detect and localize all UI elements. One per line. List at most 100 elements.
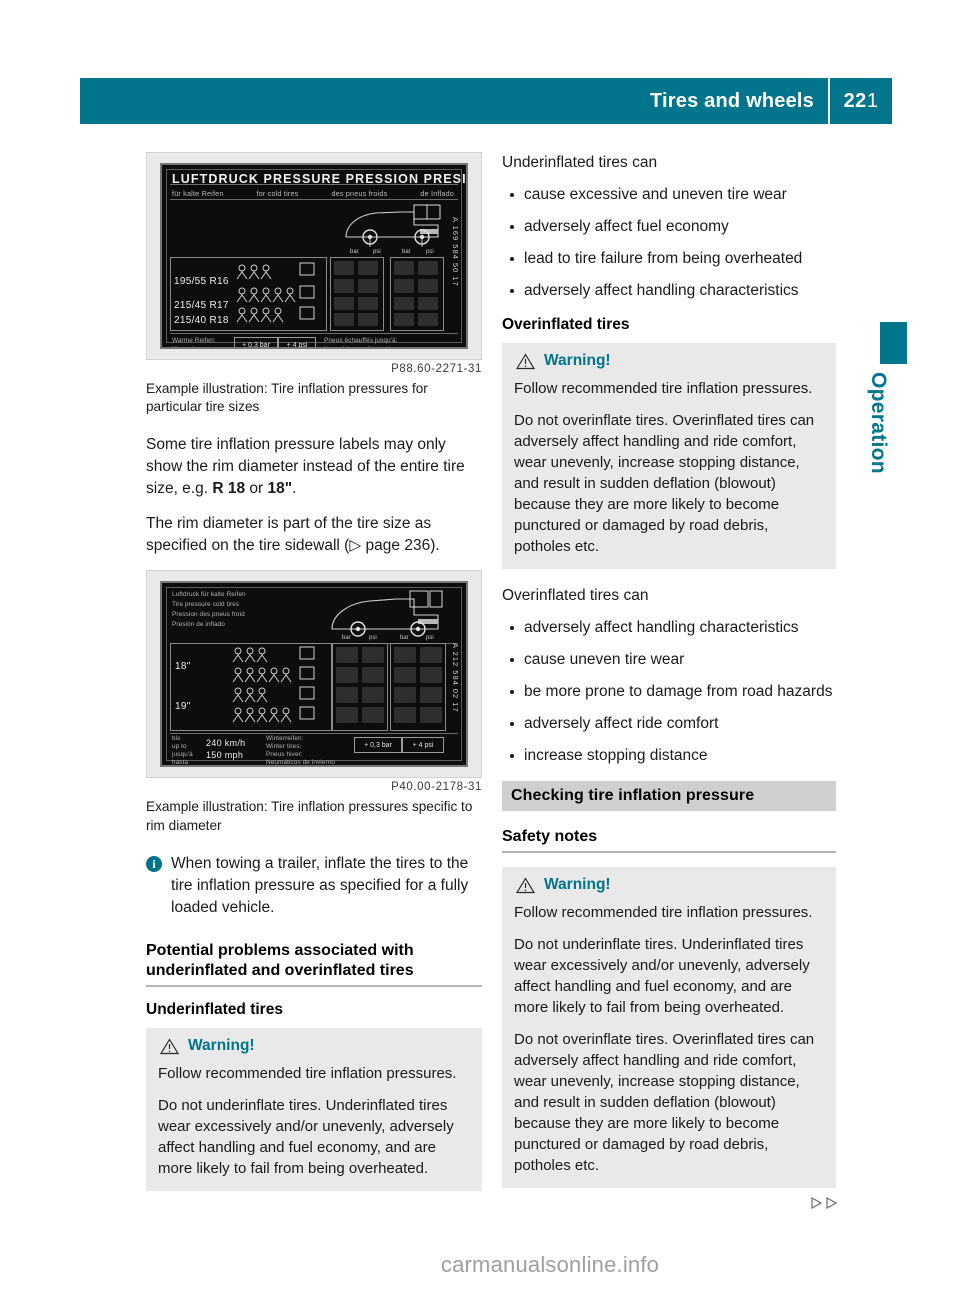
- vehicle-diagram-icon: [331, 590, 443, 638]
- lead-underinflated: Underinflated tires can: [502, 154, 658, 171]
- placard-2-cell: [394, 667, 416, 684]
- placard-2-rule-bottom: [170, 733, 458, 735]
- warning-box-overinflated: Warning! Follow recommended tire inflati…: [502, 343, 836, 569]
- placard-2-winter-en: Winter tires:: [266, 743, 302, 751]
- placard-2-title-fr: Pression des pneus froid: [172, 611, 245, 619]
- placard-1-warm-label-de: Warme Reifen:: [172, 337, 216, 344]
- double-triangle-right-icon: [811, 1196, 823, 1210]
- placard-1-cell: [358, 297, 378, 310]
- list-item: cause excessive and uneven tire wear: [502, 184, 836, 206]
- figure-2-id: P40.00-2178-31: [391, 781, 482, 794]
- placard-1-warm-bar: + 0,3 bar: [234, 337, 278, 347]
- info-note-text: When towing a trailer, inflate the tires…: [171, 854, 469, 916]
- placard-2-cell: [394, 707, 416, 724]
- placard-2-speed-mph: 150 mph: [206, 750, 244, 761]
- warning-header: Warning!: [160, 1037, 470, 1055]
- placard-1-rule-top: [170, 184, 458, 185]
- warning-triangle-icon: [516, 877, 535, 893]
- figure-2-frame: Luftdruck für kalte Reifen Tire pressure…: [146, 570, 482, 779]
- list-item: adversely affect handling characteristic…: [502, 617, 836, 639]
- placard-1-unit-psi-rear: psi: [426, 249, 434, 255]
- list-item: adversely affect fuel economy: [502, 216, 836, 238]
- page-number: 221: [844, 90, 879, 113]
- placard-1-warm-label-en: Warm tires up to:: [172, 346, 222, 347]
- placard-2-winter-bar: + 0,3 bar: [354, 737, 402, 754]
- placard-1-cell: [358, 313, 378, 326]
- placard-2-speed-label-es: hasta: [172, 759, 189, 767]
- lead-overinflated: Overinflated tires can: [502, 587, 649, 604]
- placard-2-cell: [336, 687, 358, 704]
- placard-2-unit-psi-rear: psi: [426, 635, 434, 642]
- placard-1-part-code: A 169 584 50 17: [451, 217, 460, 287]
- placard-2-title-es: Presión de inflado: [172, 621, 225, 629]
- placard-1-cell: [418, 261, 438, 275]
- page-number-bold: 22: [843, 89, 867, 112]
- section-tab-marker: [880, 322, 907, 364]
- occupant-pictograms-icon: [232, 646, 315, 723]
- page-title: Tires and wheels: [649, 89, 814, 112]
- placard-2-winter-psi: + 4 psi: [402, 737, 444, 754]
- warning-paragraph: Follow recommended tire inflation pressu…: [158, 1065, 457, 1083]
- paragraph-rim-diameter-sidewall[interactable]: The rim diameter is part of the tire siz…: [146, 513, 482, 557]
- placard-1-cell: [334, 297, 354, 310]
- placard-1-sub-fr: des pneus froids: [331, 189, 388, 198]
- placard-1-sub-en: for cold tires: [256, 189, 299, 198]
- placard-2-speed-label-en: up to: [172, 743, 187, 751]
- placard-1-cell: [394, 297, 414, 310]
- figure-1-caption: Example illustration: Tire inflation pre…: [146, 381, 428, 415]
- placard-2-unit-psi-front: psi: [369, 635, 377, 642]
- warning-paragraph: Follow recommended tire inflation pressu…: [514, 904, 813, 922]
- placard-1-cell: [394, 313, 414, 326]
- placard-2-cell: [420, 687, 442, 704]
- warning-header: Warning!: [516, 352, 824, 370]
- placard-2-title-en: Tire pressure cold tires: [172, 601, 240, 609]
- list-item: be more prone to damage from road hazard…: [502, 681, 836, 703]
- section-heading-checking-pressure: Checking tire inflation pressure: [502, 781, 836, 811]
- warning-title: Warning!: [188, 1037, 255, 1055]
- placard-1-rule-sub: [170, 199, 458, 200]
- placard-1-cell: [418, 313, 438, 326]
- paragraph-1-part-c: or: [245, 480, 268, 498]
- warning-paragraph: Do not overinflate tires. Overinflated t…: [514, 412, 815, 555]
- placard-2-cell: [362, 707, 384, 724]
- placard-1-cell: [334, 313, 354, 326]
- figure-1-frame: LUFTDRUCK PRESSURE PRESSION PRESIÓN für …: [146, 152, 482, 360]
- placard-1-cell: [358, 261, 378, 275]
- tire-pressure-placard-1: LUFTDRUCK PRESSURE PRESSION PRESIÓN für …: [160, 163, 468, 349]
- warning-paragraph: Do not underinflate tires. Underinflated…: [158, 1097, 454, 1178]
- figure-tire-pressure-label-1: LUFTDRUCK PRESSURE PRESSION PRESIÓN für …: [146, 152, 482, 375]
- placard-1-subtitles: für kalte Reifen for cold tires des pneu…: [172, 189, 454, 198]
- placard-2-cell: [336, 667, 358, 684]
- figure-1-id: P88.60-2271-31: [391, 363, 482, 375]
- placard-2-cell: [420, 647, 442, 664]
- placard-1-cell: [358, 279, 378, 293]
- left-column: LUFTDRUCK PRESSURE PRESSION PRESIÓN für …: [146, 152, 482, 1207]
- heading-overinflated-tires: Overinflated tires: [502, 316, 630, 333]
- warning-paragraph: Follow recommended tire inflation pressu…: [514, 380, 813, 397]
- placard-2-cell: [394, 647, 416, 664]
- placard-2-part-code: A 212 584 02 17: [451, 643, 460, 714]
- list-item: lead to tire failure from being overheat…: [502, 248, 836, 270]
- placard-2-unit-bar-rear: bar: [400, 635, 409, 642]
- placard-2-cell: [336, 707, 358, 724]
- page-number-thin: 1: [866, 89, 879, 112]
- paragraph-1-bold-r18: R 18: [212, 480, 246, 498]
- placard-2-winter-fr: Pneus hiver:: [266, 751, 303, 759]
- placard-1-cell: [394, 261, 414, 275]
- section-tab-label: Operation: [867, 372, 890, 474]
- placard-2-winter-de: Winterreifen:: [266, 735, 304, 743]
- warning-paragraph: Do not overinflate tires. Overinflated t…: [514, 1031, 815, 1175]
- placard-2-cell: [362, 647, 384, 664]
- placard-2-rim-1: 18": [175, 661, 191, 673]
- right-column: Underinflated tires can cause excessive …: [502, 152, 836, 1204]
- placard-1-cell: [334, 279, 354, 293]
- placard-1-unit-bar-rear: bar: [402, 249, 411, 255]
- placard-2-speed-kmh: 240 km/h: [206, 738, 246, 749]
- warning-box-safety-notes: Warning! Follow recommended tire inflati…: [502, 867, 836, 1189]
- placard-1-warm-label-es: Neumáticos calientes hasta:: [324, 346, 407, 347]
- list-item: cause uneven tire wear: [502, 649, 836, 671]
- placard-1-warm-label-fr: Pneus échauffés jusqu'à:: [324, 337, 398, 344]
- placard-2-cell: [336, 647, 358, 664]
- occupant-pictograms-icon: [236, 262, 315, 323]
- page-number-block: 221: [830, 78, 892, 124]
